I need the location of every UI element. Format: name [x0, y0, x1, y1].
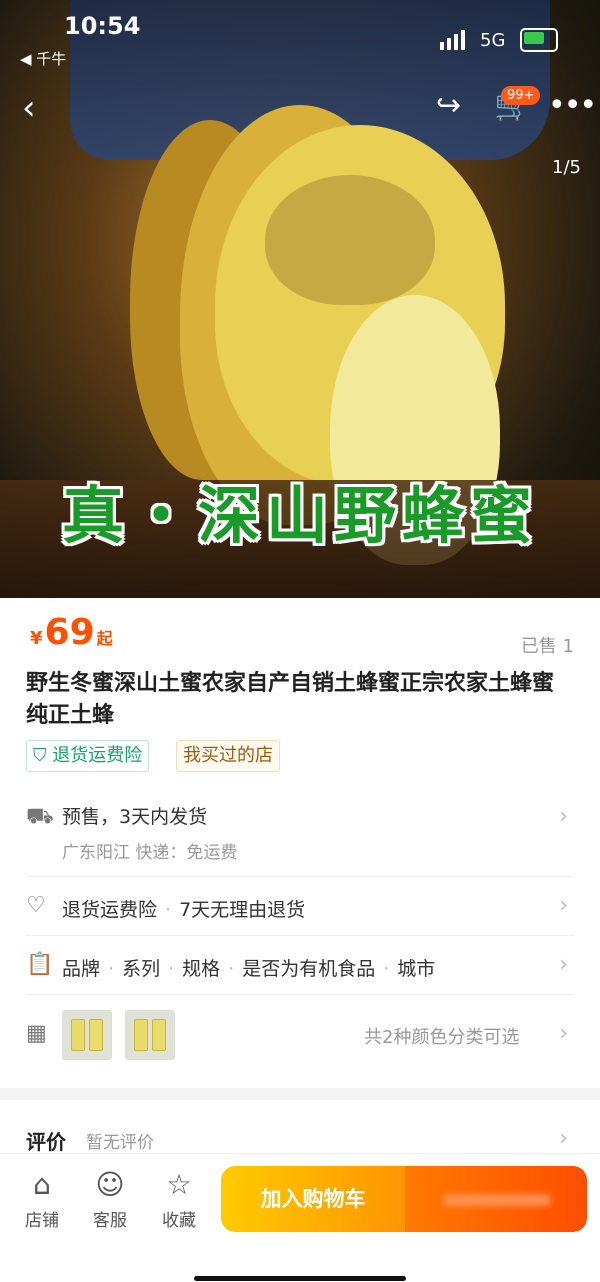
chevron-right-icon: ›	[559, 1126, 568, 1151]
status-time: 10:54	[64, 12, 141, 40]
param-organic: 是否为有机食品	[242, 958, 376, 980]
param-brand: 品牌	[62, 958, 101, 980]
guarantee-row[interactable]: ♡ 退货运费险 · 7天无理由退货 ›	[26, 877, 574, 936]
param-series: 系列	[122, 958, 161, 980]
share-icon[interactable]: ↪	[436, 88, 461, 123]
guarantee-a: 退货运费险	[62, 899, 158, 921]
signal-icon	[440, 30, 465, 50]
price-value: 69	[44, 612, 95, 653]
favorite-label: 收藏	[162, 1211, 196, 1231]
clipboard-icon: 📋	[26, 952, 54, 977]
product-title: 野生冬蜜深山土蜜农家自产自销土蜂蜜正宗农家土蜂蜜纯正土蜂	[26, 671, 555, 728]
chevron-right-icon: ›	[559, 804, 568, 829]
sku-summary: 共2种颜色分类可选	[364, 1027, 520, 1048]
gallery-page-indicator: 1/5	[552, 157, 581, 178]
bottom-action-bar: ⌂ 店铺 ☺ 客服 ☆ 收藏 加入购物车	[0, 1153, 600, 1282]
params-text: 品牌 · 系列 · 规格 · 是否为有机食品 · 城市	[62, 958, 436, 980]
buy-now-button[interactable]	[405, 1166, 587, 1232]
shipping-sub: 广东阳江 快递：免运费	[62, 843, 238, 863]
home-indicator[interactable]	[194, 1276, 406, 1281]
param-city: 城市	[397, 958, 436, 980]
image-banner-text: 真・深山野蜂蜜	[61, 479, 538, 552]
network-type: 5G	[480, 30, 506, 51]
service-icon: ☺	[95, 1168, 125, 1201]
sold-count: 已售 1	[520, 636, 574, 657]
heart-icon: ♡	[26, 893, 46, 918]
guarantee-b: 7天无理由退货	[179, 899, 306, 921]
grid-icon: ▦	[26, 1021, 47, 1046]
shop-icon: ⌂	[33, 1168, 51, 1201]
battery-icon	[520, 28, 558, 52]
review-label: 评价	[26, 1130, 66, 1154]
guarantee-text: 退货运费险 · 7天无理由退货	[62, 899, 306, 921]
back-icon[interactable]: ‹	[22, 88, 36, 128]
cart-badge: 99+	[501, 86, 541, 105]
add-to-cart-button[interactable]: 加入购物车	[221, 1166, 405, 1232]
service-label: 客服	[93, 1211, 127, 1231]
chevron-right-icon: ›	[559, 893, 568, 918]
tag-label: 退货运费险	[52, 745, 143, 766]
honeycomb-cells-shape	[265, 175, 435, 305]
return-insurance-tag[interactable]: ⛉ 退货运费险	[26, 740, 150, 772]
bought-shop-tag[interactable]: 我买过的店	[176, 740, 280, 772]
price: ¥69 起	[30, 612, 113, 653]
chevron-right-icon: ›	[559, 952, 568, 977]
shop-label: 店铺	[25, 1211, 59, 1231]
shop-button[interactable]: ⌂ 店铺	[16, 1168, 68, 1231]
status-bar: 10:54 ◀ 千牛 5G	[0, 0, 600, 70]
truck-icon: ⛟	[26, 804, 54, 829]
sku-thumbnail[interactable]	[62, 1010, 112, 1060]
shipping-title: 预售，3天内发货	[62, 806, 208, 828]
param-spec: 规格	[182, 958, 221, 980]
currency-symbol: ¥	[30, 628, 43, 649]
shield-check-icon: ⛉	[33, 745, 47, 766]
favorite-button[interactable]: ☆ 收藏	[153, 1168, 205, 1231]
more-icon[interactable]: •••	[548, 88, 597, 123]
back-to-app[interactable]: ◀ 千牛	[20, 48, 66, 69]
params-row[interactable]: 📋 品牌 · 系列 · 规格 · 是否为有机食品 · 城市 ›	[26, 936, 574, 995]
service-button[interactable]: ☺ 客服	[84, 1168, 136, 1231]
sku-thumbnail[interactable]	[125, 1010, 175, 1060]
chevron-right-icon: ›	[559, 1021, 568, 1046]
star-icon: ☆	[166, 1168, 192, 1201]
shipping-row[interactable]: ⛟ 预售，3天内发货 广东阳江 快递：免运费 ›	[26, 796, 574, 877]
review-empty: 暂无评价	[86, 1133, 154, 1153]
price-suffix: 起	[96, 629, 113, 648]
